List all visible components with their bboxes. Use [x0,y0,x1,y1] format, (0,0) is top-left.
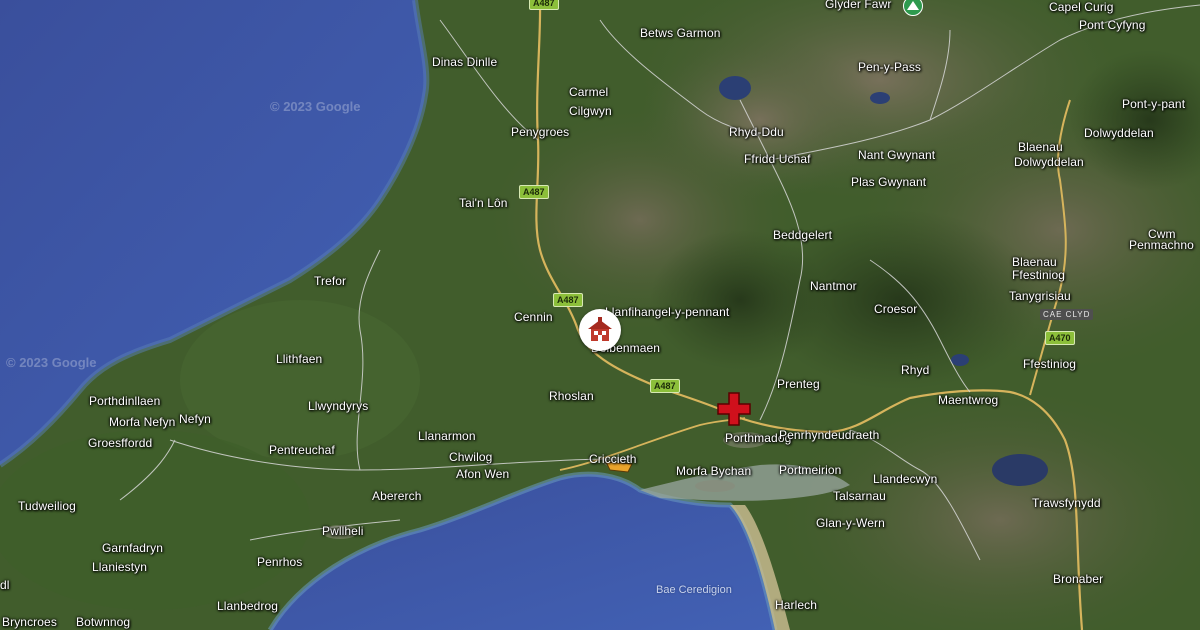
place-label[interactable]: Garnfadryn [102,541,163,555]
place-label[interactable]: Nant Gwynant [858,148,935,162]
place-label[interactable]: Llanfihangel-y-pennant [605,305,729,319]
map-attribution: © 2023 Google [6,355,97,370]
place-label[interactable]: Dinas Dinlle [432,55,497,69]
place-label[interactable]: Pont Cyfyng [1079,18,1145,32]
place-label[interactable]: Dolwyddelan [1014,155,1084,169]
place-label[interactable]: Trefor [314,274,346,288]
place-label[interactable]: Llandecwyn [873,472,937,486]
road-shield: A470 [1045,331,1075,345]
place-label[interactable]: Abererch [372,489,422,503]
place-label[interactable]: Blaenau [1012,255,1057,269]
place-label[interactable]: Ffestiniog [1012,268,1065,282]
place-label[interactable]: dl [0,578,10,592]
place-label[interactable]: Pont-y-pant [1122,97,1185,111]
place-label[interactable]: Pen-y-Pass [858,60,921,74]
place-label[interactable]: Carmel [569,85,608,99]
school-marker[interactable] [579,309,621,351]
red-cross-icon [717,392,751,426]
place-label[interactable]: Portmeirion [779,463,841,477]
place-label[interactable]: Rhyd-Ddu [729,125,784,139]
place-label[interactable]: Nantmor [810,279,857,293]
place-label[interactable]: Llwyndyrys [308,399,368,413]
hospital-marker[interactable] [716,391,752,427]
place-label[interactable]: Criccieth [589,452,637,466]
schoolhouse-icon [588,317,612,341]
place-label[interactable]: Maentwrog [938,393,998,407]
place-label[interactable]: Cilgwyn [569,104,612,118]
place-label[interactable]: Pentreuchaf [269,443,335,457]
place-label[interactable]: Bryncroes [2,615,57,629]
place-label[interactable]: Groesffordd [88,436,152,450]
place-label[interactable]: Tudweiliog [18,499,76,513]
area-code-label: CAE CLYD [1040,309,1094,320]
place-label[interactable]: Tanygrisiau [1009,289,1071,303]
place-label[interactable]: Glyder Fawr [825,0,891,11]
place-label[interactable]: Penygroes [511,125,569,139]
sea-label: Bae Ceredigion [656,584,732,596]
place-label[interactable]: Dolwyddelan [1084,126,1154,140]
road-shield: A487 [553,293,583,307]
place-label[interactable]: Betws Garmon [640,26,721,40]
place-label[interactable]: Penrhos [257,555,302,569]
road-shield: A487 [529,0,559,10]
place-label[interactable]: Prenteg [777,377,820,391]
place-label[interactable]: Afon Wen [456,467,509,481]
place-label[interactable]: Glan-y-Wern [816,516,885,530]
place-label[interactable]: Ffridd Uchaf [744,152,811,166]
place-label[interactable]: Morfa Nefyn [109,415,175,429]
place-label[interactable]: Ffestiniog [1023,357,1076,371]
place-label[interactable]: Plas Gwynant [851,175,926,189]
place-label[interactable]: Talsarnau [833,489,886,503]
road-shield: A487 [519,185,549,199]
place-label[interactable]: Llanarmon [418,429,476,443]
place-label[interactable]: Cennin [514,310,553,324]
map-attribution: © 2023 Google [270,99,361,114]
place-label[interactable]: Beddgelert [773,228,832,242]
place-label[interactable]: Rhoslan [549,389,594,403]
place-label[interactable]: Morfa Bychan [676,464,751,478]
place-label[interactable]: Pwllheli [322,524,363,538]
place-label[interactable]: Trawsfynydd [1032,496,1101,510]
place-label[interactable]: Penmachno [1129,238,1194,252]
place-label[interactable]: Chwilog [449,450,492,464]
place-label[interactable]: Penrhyndeudraeth [779,428,879,442]
place-label[interactable]: Capel Curig [1049,0,1113,14]
place-label[interactable]: Nefyn [179,412,211,426]
place-label[interactable]: Blaenau [1018,140,1063,154]
place-label[interactable]: Tai'n Lôn [459,196,508,210]
road-shield: A487 [650,379,680,393]
place-label[interactable]: Rhyd [901,363,929,377]
place-label[interactable]: Botwnnog [76,615,130,629]
place-label[interactable]: Llaniestyn [92,560,147,574]
place-label[interactable]: Llanbedrog [217,599,278,613]
place-label[interactable]: Croesor [874,302,917,316]
place-label[interactable]: Bronaber [1053,572,1103,586]
place-label[interactable]: Harlech [775,598,817,612]
mountain-icon[interactable] [903,0,923,16]
satellite-map[interactable]: © 2023 Google © 2023 Google Bae Ceredigi… [0,0,1200,630]
place-label[interactable]: Porthdinllaen [89,394,160,408]
place-label[interactable]: Llithfaen [276,352,322,366]
